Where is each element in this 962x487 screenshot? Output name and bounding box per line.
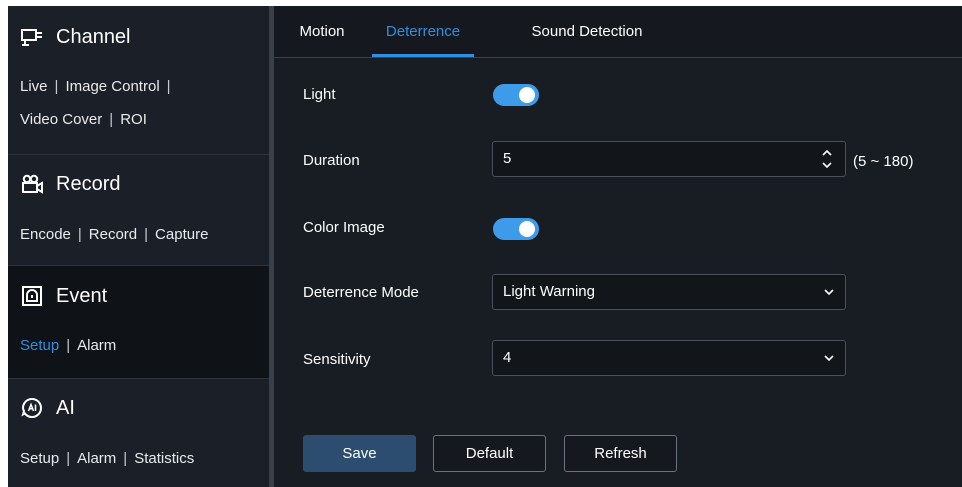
toggle-knob (519, 221, 535, 237)
sidebar: Channel Live | Image Control | Video Cover |… (8, 6, 269, 487)
tab-deterrence[interactable]: Deterrence (372, 6, 474, 57)
deterrence-mode-value: Light Warning (503, 283, 595, 300)
sidebar-event-links: Setup | Alarm (20, 329, 116, 362)
sidebar-ai-links: Setup | Alarm | Statistics (20, 442, 194, 475)
duration-input[interactable]: 5 (492, 141, 846, 177)
sidebar-link-roi[interactable]: ROI (120, 111, 147, 128)
separator: | (144, 226, 149, 243)
ai-icon (21, 397, 43, 419)
sidebar-link-capture[interactable]: Capture (155, 226, 208, 243)
sidebar-ai-header[interactable]: AI (20, 396, 75, 420)
sidebar-event-header[interactable]: Event (20, 284, 107, 308)
sensitivity-label: Sensitivity (303, 351, 371, 368)
sidebar-link-encode[interactable]: Encode (20, 226, 71, 243)
sidebar-record-links: Encode | Record | Capture (20, 218, 208, 251)
duration-value: 5 (503, 150, 512, 167)
separator: | (109, 111, 114, 128)
light-label: Light (303, 86, 336, 103)
tab-sound-detection[interactable]: Sound Detection (517, 6, 657, 57)
chevron-down-icon (824, 289, 834, 296)
main-panel: Motion Deterrence Sound Detection Light … (274, 6, 962, 487)
sidebar-link-live[interactable]: Live (20, 78, 48, 95)
sidebar-channel-links: Live | Image Control | Video Cover | ROI (20, 70, 178, 136)
channel-icon (21, 29, 42, 46)
alarm-bell-icon (22, 286, 42, 306)
tab-motion[interactable]: Motion (286, 6, 358, 57)
sidebar-link-event-setup[interactable]: Setup (20, 337, 59, 354)
deterrence-mode-select[interactable]: Light Warning (492, 274, 846, 310)
toggle-knob (519, 87, 535, 103)
sidebar-ai-title: AI (56, 396, 75, 419)
separator: | (123, 450, 128, 467)
sidebar-link-ai-alarm[interactable]: Alarm (77, 450, 116, 467)
sidebar-link-record[interactable]: Record (89, 226, 137, 243)
duration-label: Duration (303, 152, 360, 169)
sidebar-record-header[interactable]: Record (20, 172, 120, 196)
sidebar-channel-title: Channel (56, 25, 131, 48)
sidebar-section-ai: AI Setup | Alarm | Statistics (8, 379, 269, 487)
separator: | (77, 226, 82, 243)
sidebar-section-channel: Channel Live | Image Control | Video Cover |… (8, 6, 269, 155)
sidebar-link-image-control[interactable]: Image Control (65, 78, 159, 95)
separator: | (166, 78, 171, 95)
refresh-button[interactable]: Refresh (564, 435, 677, 472)
separator: | (54, 78, 59, 95)
sensitivity-select[interactable]: 4 (492, 340, 846, 376)
stepper-icon[interactable] (821, 147, 833, 171)
sidebar-link-ai-setup[interactable]: Setup (20, 450, 59, 467)
sidebar-section-event: Event Setup | Alarm (8, 266, 269, 379)
record-icon (22, 174, 43, 194)
sensitivity-value: 4 (503, 349, 512, 366)
save-button[interactable]: Save (303, 435, 416, 472)
sidebar-link-event-alarm[interactable]: Alarm (77, 337, 116, 354)
color-image-label: Color Image (303, 219, 385, 236)
color-image-toggle[interactable] (493, 218, 539, 240)
tab-bar: Motion Deterrence Sound Detection (274, 6, 962, 58)
sidebar-event-title: Event (56, 284, 108, 307)
default-button[interactable]: Default (433, 435, 546, 472)
sidebar-link-video-cover[interactable]: Video Cover (20, 111, 102, 128)
app-frame: Channel Live | Image Control | Video Cover |… (8, 6, 962, 487)
separator: | (66, 337, 71, 354)
light-toggle[interactable] (493, 84, 539, 106)
sidebar-record-title: Record (56, 172, 121, 195)
separator: | (66, 450, 71, 467)
sidebar-channel-header[interactable]: Channel (20, 25, 131, 49)
deterrence-mode-label: Deterrence Mode (303, 284, 419, 301)
chevron-down-icon (824, 355, 834, 362)
sidebar-section-record: Record Encode | Record | Capture (8, 155, 269, 266)
sidebar-link-ai-statistics[interactable]: Statistics (134, 450, 194, 467)
duration-range: (5 ~ 180) (853, 153, 914, 170)
